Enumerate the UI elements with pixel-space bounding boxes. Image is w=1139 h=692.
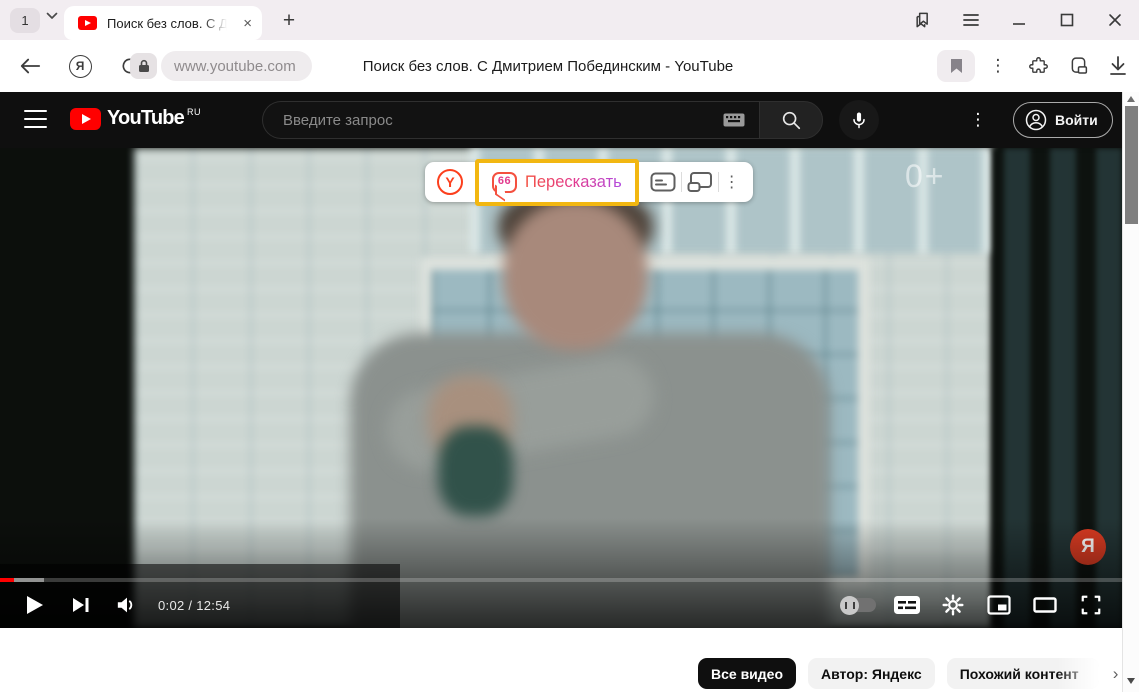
guide-menu-icon[interactable] <box>24 110 47 128</box>
browser-menu-icon[interactable] <box>947 0 995 40</box>
volume-button[interactable] <box>104 582 150 628</box>
youtube-logo-text: YouTube <box>107 107 184 130</box>
player-controls: 0:02 / 12:54 <box>0 582 1122 628</box>
sign-in-button[interactable]: Войти <box>1013 102 1113 138</box>
youtube-menu-icon[interactable]: ⋮ <box>966 108 990 132</box>
play-button[interactable] <box>12 582 58 628</box>
search-input[interactable] <box>283 112 723 129</box>
yandex-logo-icon: Я <box>69 55 92 78</box>
sign-in-label: Войти <box>1055 112 1098 128</box>
chips-scroll-right-icon[interactable]: › <box>1113 664 1119 684</box>
voice-search-button[interactable] <box>839 100 879 140</box>
ssl-lock-icon[interactable] <box>130 53 157 79</box>
page-title: Поиск без слов. С Дмитрием Побединским -… <box>363 40 734 92</box>
fullscreen-button[interactable] <box>1068 582 1114 628</box>
yandex-video-toolbar: Y 66 Пересказать ⋮ <box>425 162 753 202</box>
tab-bar: 1 Поиск без слов. С Дми × + <box>0 0 1139 40</box>
browser-window: 1 Поиск без слов. С Дми × + <box>0 0 1139 692</box>
overlay-more-icon[interactable]: ⋮ <box>719 172 745 192</box>
yandex-browser-icon[interactable]: Y <box>437 169 463 195</box>
page-footer: Все видео Автор: Яндекс Похожий контент … <box>0 628 1139 692</box>
overlay-subtitles-icon[interactable] <box>645 162 681 202</box>
age-rating-label: 0+ <box>905 158 945 195</box>
summarize-label: Пересказать <box>525 173 622 192</box>
maximize-button[interactable] <box>1043 0 1091 40</box>
page-scrollbar[interactable] <box>1122 92 1139 692</box>
person-icon <box>1024 108 1048 132</box>
chip-author[interactable]: Автор: Яндекс <box>808 658 935 689</box>
tab-title: Поиск без слов. С Дми <box>107 16 227 31</box>
youtube-header: YouTube RU ⋮ Войти <box>0 92 1139 148</box>
overlay-pip-icon[interactable] <box>682 162 718 202</box>
scrollbar-thumb[interactable] <box>1125 106 1138 224</box>
scrollbar-up-icon[interactable] <box>1127 96 1135 102</box>
tab-close-icon[interactable]: × <box>243 16 252 31</box>
quote-bubble-icon: 66 <box>492 172 517 193</box>
tab-count: 1 <box>21 13 28 28</box>
back-button[interactable] <box>12 40 48 92</box>
autoplay-toggle[interactable] <box>842 598 876 612</box>
theater-mode-button[interactable] <box>1022 582 1068 628</box>
keyboard-icon[interactable] <box>723 113 745 127</box>
yandex-wallet-icon[interactable] <box>1060 40 1096 92</box>
youtube-region-label: RU <box>187 107 201 117</box>
close-window-button[interactable] <box>1091 0 1139 40</box>
active-tab[interactable]: Поиск без слов. С Дми × <box>64 6 262 40</box>
chip-all-videos[interactable]: Все видео <box>698 658 796 689</box>
address-bar: Я www.youtube.com Поиск без слов. С Дмит… <box>0 40 1139 92</box>
video-player[interactable]: 0+ Y 66 Пересказать ⋮ Я <box>0 148 1122 628</box>
downloads-icon[interactable] <box>1100 40 1136 92</box>
search-button[interactable] <box>759 101 823 139</box>
search-bar <box>262 101 823 139</box>
filter-chips: Все видео Автор: Яндекс Похожий контент … <box>698 658 1118 689</box>
youtube-favicon-icon <box>78 16 97 30</box>
minimize-button[interactable] <box>995 0 1043 40</box>
summarize-button-highlighted[interactable]: 66 Пересказать <box>475 159 639 206</box>
chevron-down-icon[interactable] <box>46 12 58 20</box>
extensions-icon[interactable] <box>1020 40 1056 92</box>
youtube-play-icon <box>70 108 101 130</box>
miniplayer-button[interactable] <box>976 582 1022 628</box>
bookmark-button[interactable] <box>937 50 975 82</box>
next-button[interactable] <box>58 582 104 628</box>
scrollbar-down-icon[interactable] <box>1127 678 1135 684</box>
subtitles-button[interactable] <box>884 582 930 628</box>
new-tab-button[interactable]: + <box>276 8 302 34</box>
side-panels-icon[interactable] <box>899 0 947 40</box>
time-display: 0:02 / 12:54 <box>158 598 230 613</box>
youtube-logo[interactable]: YouTube RU <box>70 107 201 130</box>
url-field[interactable]: www.youtube.com <box>161 51 312 81</box>
tab-counter-button[interactable]: 1 <box>10 8 40 33</box>
address-menu-icon[interactable]: ⋮ <box>980 40 1016 92</box>
yandex-home-button[interactable]: Я <box>62 40 98 92</box>
chip-similar-content[interactable]: Похожий контент <box>947 658 1099 689</box>
settings-gear-icon[interactable] <box>930 582 976 628</box>
url-text: www.youtube.com <box>174 58 296 75</box>
